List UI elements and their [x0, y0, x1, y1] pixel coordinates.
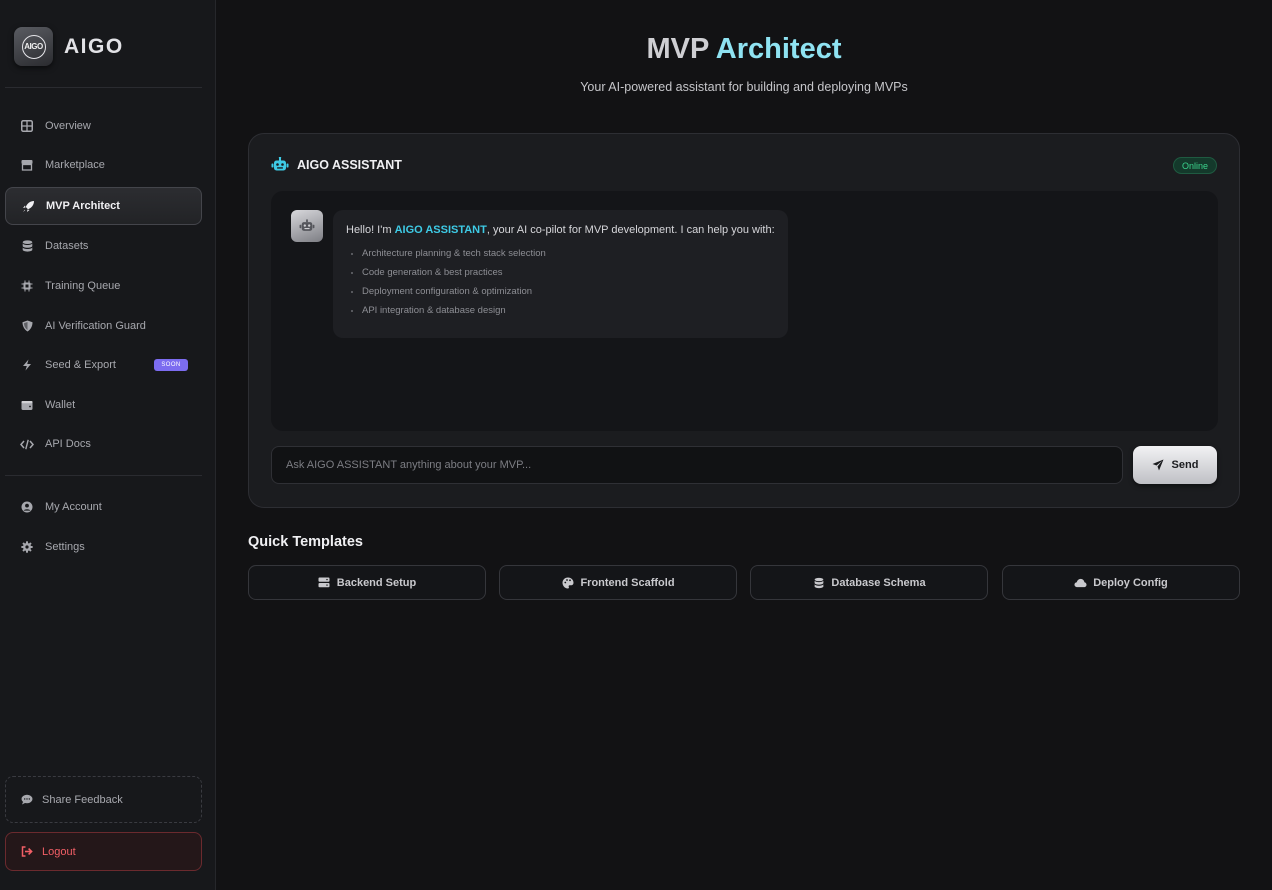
sidebar-item-ai-verification-guard[interactable]: AI Verification Guard: [5, 307, 202, 345]
assistant-header: AIGO ASSISTANT: [271, 156, 402, 173]
template-label: Deploy Config: [1093, 576, 1168, 589]
capability-list: Architecture planning & tech stack selec…: [346, 244, 775, 320]
send-button[interactable]: Send: [1133, 446, 1217, 484]
brand-name: AIGO: [64, 34, 124, 58]
rocket-icon: [21, 199, 35, 213]
sidebar-item-label: AI Verification Guard: [45, 320, 146, 332]
template-label: Backend Setup: [336, 576, 417, 589]
page-title: MVP Architect: [216, 33, 1272, 66]
quick-templates-title: Quick Templates: [248, 534, 363, 550]
palette-icon: [561, 576, 574, 589]
list-item: Architecture planning & tech stack selec…: [362, 244, 775, 263]
message-intro-text: , your AI co-pilot for MVP development. …: [486, 224, 775, 236]
template-label: Frontend Scaffold: [580, 576, 675, 589]
list-item: API integration & database design: [362, 301, 775, 320]
brand[interactable]: AIGO AIGO: [14, 27, 124, 66]
list-item: Code generation & best practices: [362, 263, 775, 282]
gear-icon: [20, 540, 34, 554]
bolt-icon: [20, 358, 34, 372]
logo-mark: AIGO: [21, 34, 46, 59]
sidebar-item-label: API Docs: [45, 438, 91, 450]
assistant-title: AIGO ASSISTANT: [297, 158, 402, 172]
sidebar-item-label: MVP Architect: [46, 200, 120, 212]
server-icon: [318, 576, 331, 589]
database-icon: [20, 239, 34, 253]
sidebar-item-api-docs[interactable]: API Docs: [5, 425, 202, 463]
chip-icon: [20, 279, 34, 293]
template-frontend-scaffold-button[interactable]: Frontend Scaffold: [499, 565, 737, 600]
sidebar-divider: [5, 475, 202, 476]
robot-icon: [271, 156, 289, 173]
paper-plane-icon: [1152, 459, 1165, 472]
logout-button[interactable]: Logout: [5, 832, 202, 871]
logout-label: Logout: [42, 845, 76, 858]
sidebar-item-label: Overview: [45, 120, 91, 132]
shield-icon: [20, 319, 34, 333]
sidebar-item-seed-export[interactable]: Seed & Export SOON: [5, 346, 202, 384]
sidebar-divider: [5, 87, 202, 88]
soon-badge: SOON: [154, 359, 188, 371]
cloud-icon: [1074, 576, 1087, 589]
template-database-schema-button[interactable]: Database Schema: [750, 565, 988, 600]
sidebar-item-settings[interactable]: Settings: [5, 528, 202, 566]
sidebar-item-marketplace[interactable]: Marketplace: [5, 146, 202, 184]
comment-icon: [20, 793, 34, 807]
template-backend-setup-button[interactable]: Backend Setup: [248, 565, 486, 600]
share-feedback-button[interactable]: Share Feedback: [5, 776, 202, 823]
bot-avatar: [291, 210, 323, 242]
send-label: Send: [1171, 459, 1199, 471]
grid-icon: [20, 119, 34, 133]
page-subtitle: Your AI-powered assistant for building a…: [580, 80, 908, 94]
sidebar-item-label: Wallet: [45, 399, 76, 411]
sidebar-item-label: Datasets: [45, 240, 89, 252]
sidebar-item-training-queue[interactable]: Training Queue: [5, 267, 202, 305]
list-item: Deployment configuration & optimization: [362, 282, 775, 301]
sidebar-item-wallet[interactable]: Wallet: [5, 386, 202, 424]
assistant-message: Hello! I'm AIGO ASSISTANT, your AI co-pi…: [333, 210, 788, 338]
template-deploy-config-button[interactable]: Deploy Config: [1002, 565, 1240, 600]
status-badge: Online: [1172, 157, 1217, 174]
sidebar-item-label: Seed & Export: [45, 359, 116, 371]
sidebar-item-mvp-architect[interactable]: MVP Architect: [5, 187, 202, 225]
page-title-part2: Architect: [715, 33, 842, 65]
message-intro: Hello! I'm AIGO ASSISTANT, your AI co-pi…: [346, 224, 775, 236]
share-feedback-label: Share Feedback: [42, 793, 123, 806]
database-icon: [812, 576, 825, 589]
logo: AIGO: [14, 27, 53, 66]
sidebar-item-label: My Account: [45, 501, 102, 513]
sidebar: AIGO AIGO Overview Marketplace MVP Archi…: [0, 0, 216, 890]
sidebar-item-label: Marketplace: [45, 159, 105, 171]
wallet-icon: [20, 398, 34, 412]
sidebar-item-my-account[interactable]: My Account: [5, 488, 202, 526]
logout-icon: [20, 845, 34, 859]
page-title-part1: MVP: [646, 33, 709, 65]
message-intro-text: Hello! I'm: [346, 224, 395, 236]
sidebar-item-label: Training Queue: [45, 280, 121, 292]
chat-messages[interactable]: Hello! I'm AIGO ASSISTANT, your AI co-pi…: [271, 191, 1218, 431]
sidebar-item-datasets[interactable]: Datasets: [5, 227, 202, 265]
store-icon: [20, 158, 34, 172]
sidebar-item-label: Settings: [45, 541, 85, 553]
code-icon: [20, 437, 34, 451]
chat-input[interactable]: [271, 446, 1123, 484]
sidebar-item-overview[interactable]: Overview: [5, 107, 202, 145]
assistant-card: AIGO ASSISTANT Online Hello! I'm AIGO AS…: [248, 133, 1240, 508]
template-label: Database Schema: [831, 576, 926, 589]
user-icon: [20, 500, 34, 514]
robot-icon: [299, 219, 315, 231]
message-highlight: AIGO ASSISTANT: [394, 224, 487, 236]
